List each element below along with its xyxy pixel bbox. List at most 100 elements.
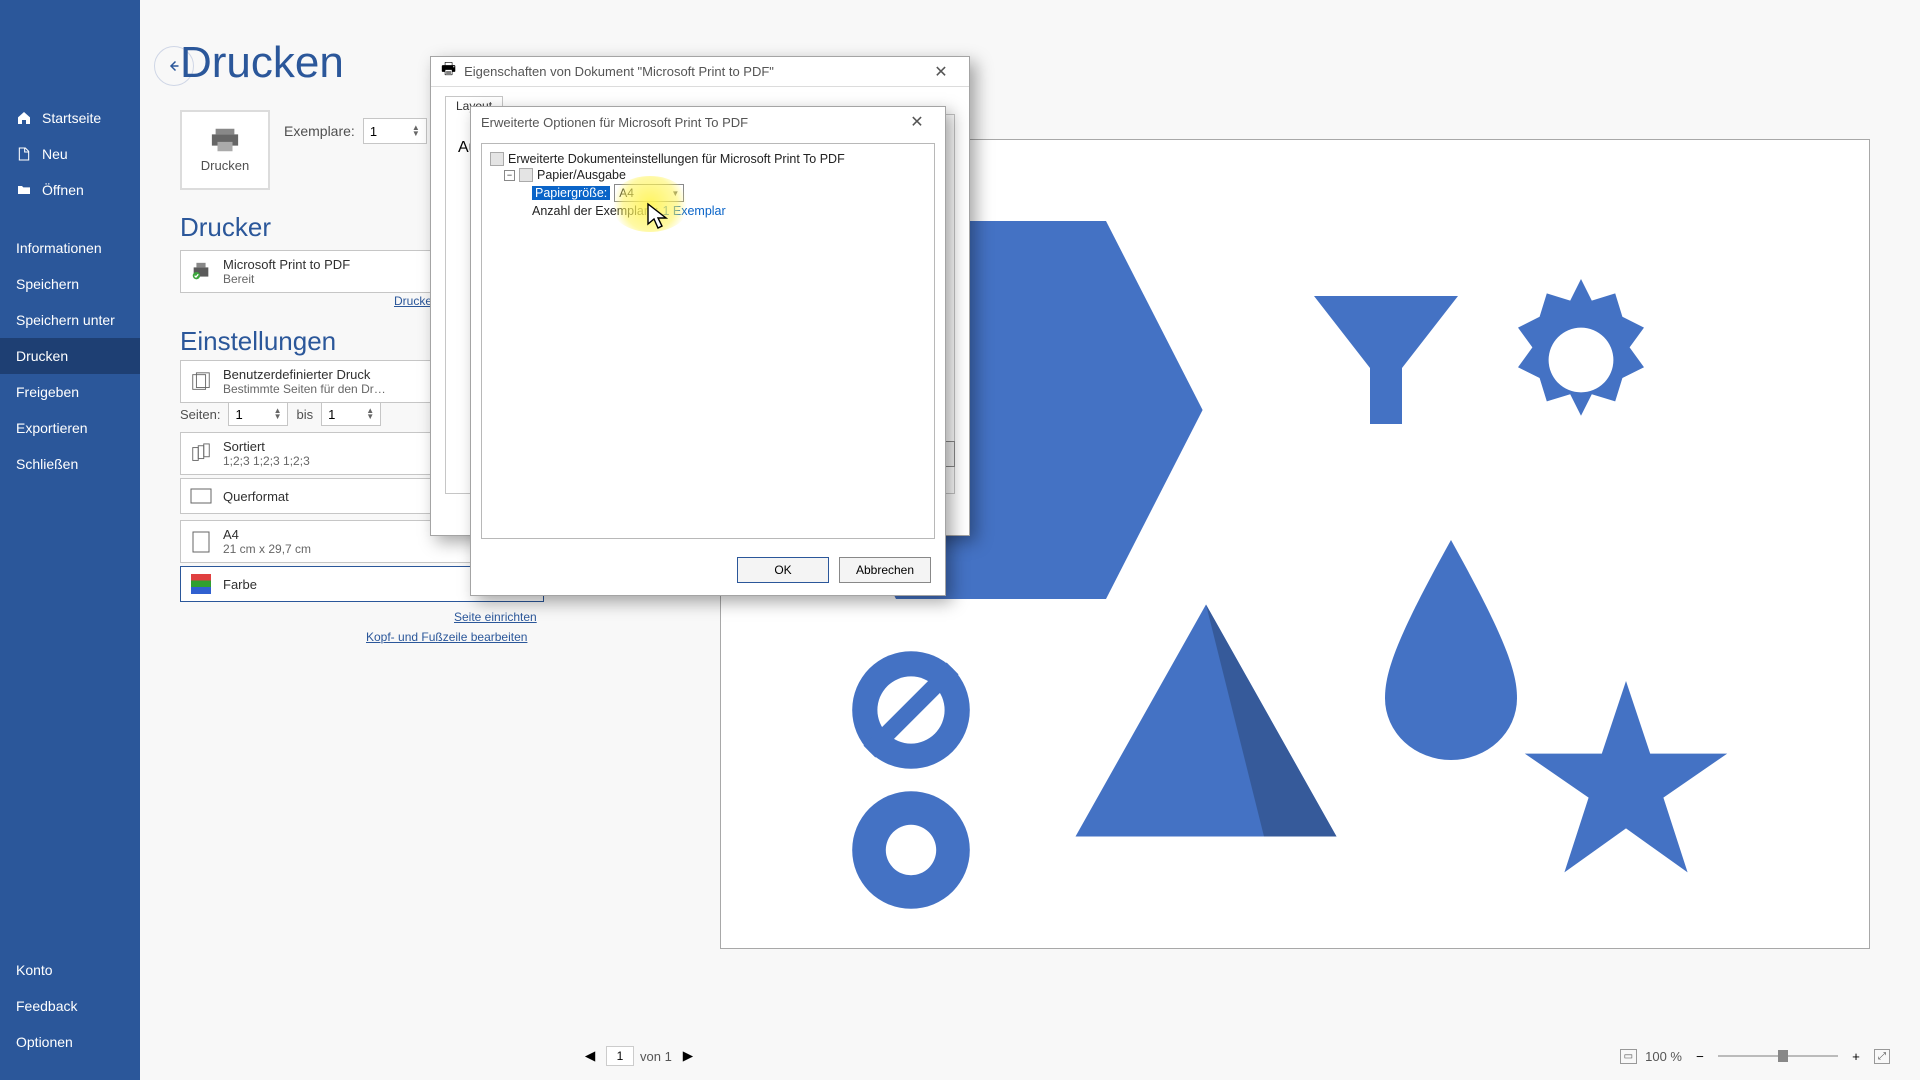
tree-group-label: Papier/Ausgabe bbox=[537, 168, 626, 182]
zoom-out-button[interactable]: − bbox=[1690, 1049, 1710, 1064]
dialog-title: Eigenschaften von Dokument "Microsoft Pr… bbox=[464, 64, 774, 79]
sidebar-item-startseite[interactable]: Startseite bbox=[0, 100, 140, 136]
papersize-label: Papiergröße: bbox=[532, 186, 610, 200]
spinner-arrows-icon[interactable]: ▲▼ bbox=[412, 125, 420, 137]
dialog-icon: 🖶 bbox=[441, 58, 456, 85]
print-button[interactable]: Drucken bbox=[180, 110, 270, 190]
papersize-value: A4 bbox=[619, 186, 634, 200]
sidebar-item-label: Informationen bbox=[16, 240, 102, 256]
dialog-title: Erweiterte Optionen für Microsoft Print … bbox=[481, 115, 748, 130]
sidebar-item-feedback[interactable]: Feedback bbox=[0, 988, 140, 1024]
color-swatch-icon bbox=[189, 572, 213, 596]
folder-icon bbox=[519, 168, 533, 182]
home-icon bbox=[16, 110, 32, 126]
page-title: Drucken bbox=[180, 38, 344, 88]
spinner-arrows-icon[interactable]: ▲▼ bbox=[366, 408, 374, 420]
copies-row: Exemplare: ▲▼ bbox=[284, 118, 427, 144]
spinner-arrows-icon[interactable]: ▲▼ bbox=[274, 408, 282, 420]
chevron-down-icon: ▼ bbox=[671, 189, 679, 198]
page-number-input[interactable] bbox=[606, 1046, 634, 1066]
sidebar-item-label: Startseite bbox=[42, 110, 101, 126]
copies-spinner[interactable]: ▲▼ bbox=[363, 118, 427, 144]
zoom-thumb[interactable] bbox=[1778, 1050, 1788, 1062]
shape-nosymbol bbox=[841, 640, 981, 780]
tree-root[interactable]: Erweiterte Dokumenteinstellungen für Mic… bbox=[490, 152, 926, 166]
sidebar-item-label: Schließen bbox=[16, 456, 78, 472]
sidebar-item-freigeben[interactable]: Freigeben bbox=[0, 374, 140, 410]
page-setup-link[interactable]: Seite einrichten bbox=[454, 610, 537, 624]
papersize-combo[interactable]: A4 ▼ bbox=[614, 184, 684, 202]
page-of-label: von 1 bbox=[640, 1049, 672, 1064]
shape-funnel bbox=[1301, 280, 1471, 440]
shape-donut bbox=[841, 780, 981, 920]
dialog-titlebar[interactable]: Erweiterte Optionen für Microsoft Print … bbox=[471, 107, 945, 137]
page-icon bbox=[189, 530, 213, 554]
pages-icon bbox=[189, 370, 213, 394]
pages-row: Seiten: ▲▼ bis ▲▼ bbox=[180, 402, 381, 426]
collate-icon bbox=[189, 442, 213, 466]
sidebar-item-konto[interactable]: Konto bbox=[0, 952, 140, 988]
close-button[interactable]: ✕ bbox=[923, 60, 959, 84]
sidebar-item-label: Konto bbox=[16, 962, 53, 978]
pages-from-input[interactable] bbox=[235, 407, 265, 422]
new-icon bbox=[16, 146, 32, 162]
close-button[interactable]: ✕ bbox=[899, 110, 935, 134]
shape-gear bbox=[1491, 270, 1671, 450]
sidebar-item-oeffnen[interactable]: Öffnen bbox=[0, 172, 140, 208]
shape-star bbox=[1511, 670, 1741, 890]
pages-to-label: bis bbox=[296, 407, 313, 422]
zoom-to-page-icon[interactable]: ⤢ bbox=[1874, 1049, 1890, 1064]
sidebar-item-exportieren[interactable]: Exportieren bbox=[0, 410, 140, 446]
copies-tree-value: 1 Exemplar bbox=[662, 204, 725, 218]
sidebar-item-label: Neu bbox=[42, 146, 68, 162]
collapse-icon[interactable]: − bbox=[504, 170, 515, 181]
printer-icon bbox=[210, 128, 240, 152]
print-button-label: Drucken bbox=[201, 158, 249, 173]
tree-root-label: Erweiterte Dokumenteinstellungen für Mic… bbox=[508, 152, 845, 166]
settings-tree: Erweiterte Dokumenteinstellungen für Mic… bbox=[481, 143, 935, 539]
pages-to-input[interactable] bbox=[328, 407, 358, 422]
preview-footer: ◀ von 1 ▶ ▭ 100 % − + ⤢ bbox=[580, 1046, 1890, 1066]
sidebar-item-label: Optionen bbox=[16, 1034, 73, 1050]
copies-label: Exemplare: bbox=[284, 123, 355, 139]
sidebar-item-label: Speichern unter bbox=[16, 312, 115, 328]
sidebar-item-optionen[interactable]: Optionen bbox=[0, 1024, 140, 1060]
pages-to-spinner[interactable]: ▲▼ bbox=[321, 402, 381, 426]
cancel-button[interactable]: Abbrechen bbox=[839, 557, 931, 583]
sidebar-item-label: Speichern bbox=[16, 276, 79, 292]
copies-input[interactable] bbox=[370, 124, 400, 139]
sidebar-item-speichern[interactable]: Speichern bbox=[0, 266, 140, 302]
sidebar-item-label: Feedback bbox=[16, 998, 77, 1014]
sidebar-item-speichern-unter[interactable]: Speichern unter bbox=[0, 302, 140, 338]
sidebar-item-label: Freigeben bbox=[16, 384, 79, 400]
zoom-pct: 100 % bbox=[1645, 1049, 1682, 1064]
settings-section-header: Einstellungen bbox=[180, 326, 336, 357]
sidebar-item-neu[interactable]: Neu bbox=[0, 136, 140, 172]
landscape-icon bbox=[189, 484, 213, 508]
sidebar-item-drucken[interactable]: Drucken bbox=[0, 338, 140, 374]
fit-to-page-icon[interactable]: ▭ bbox=[1620, 1049, 1637, 1064]
pages-from-spinner[interactable]: ▲▼ bbox=[228, 402, 288, 426]
sidebar-item-label: Öffnen bbox=[42, 182, 84, 198]
sidebar-item-schliessen[interactable]: Schließen bbox=[0, 446, 140, 482]
tree-item-copies[interactable]: Anzahl der Exemplare: 1 Exemplar bbox=[532, 204, 926, 218]
sidebar-item-label: Drucken bbox=[16, 348, 68, 364]
shape-pyramid bbox=[1051, 590, 1361, 880]
doc-icon bbox=[490, 152, 504, 166]
backstage-content: Drucken Drucken Exemplare: ▲▼ Drucker i … bbox=[140, 0, 1920, 1080]
printer-icon bbox=[189, 260, 213, 284]
zoom-in-button[interactable]: + bbox=[1846, 1049, 1866, 1064]
tree-group-paper[interactable]: − Papier/Ausgabe bbox=[504, 168, 926, 182]
ok-button[interactable]: OK bbox=[737, 557, 829, 583]
advanced-options-dialog: Erweiterte Optionen für Microsoft Print … bbox=[470, 106, 946, 596]
header-footer-link[interactable]: Kopf- und Fußzeile bearbeiten bbox=[366, 630, 527, 644]
dialog-titlebar[interactable]: 🖶 Eigenschaften von Dokument "Microsoft … bbox=[431, 57, 969, 87]
next-page-button[interactable]: ▶ bbox=[678, 1048, 698, 1064]
sidebar-item-label: Exportieren bbox=[16, 420, 88, 436]
zoom-slider[interactable] bbox=[1718, 1055, 1838, 1057]
sidebar-item-informationen[interactable]: Informationen bbox=[0, 230, 140, 266]
tree-item-papersize[interactable]: Papiergröße: A4 ▼ bbox=[532, 184, 926, 202]
open-icon bbox=[16, 182, 32, 198]
printer-section-header: Drucker bbox=[180, 212, 271, 243]
prev-page-button[interactable]: ◀ bbox=[580, 1048, 600, 1064]
